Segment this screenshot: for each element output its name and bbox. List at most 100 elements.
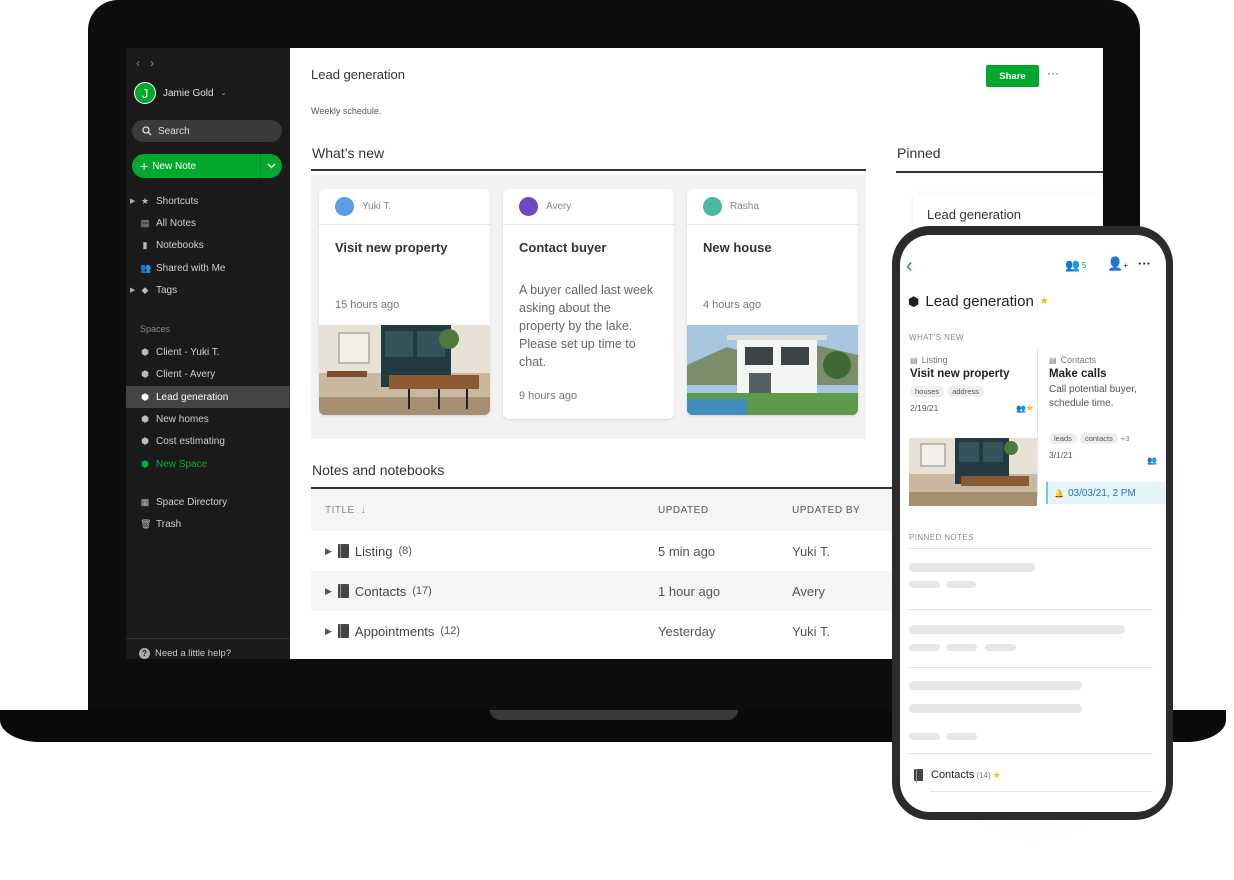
new-note-button[interactable]: + New Note [132, 154, 282, 178]
star-icon: ★ [1025, 403, 1034, 413]
note-card[interactable]: Avery Contact buyer A buyer called last … [503, 189, 674, 419]
loading-placeholder [909, 563, 1035, 572]
search-box[interactable] [132, 120, 282, 142]
chevron-down-icon: ⌄ [220, 90, 227, 97]
sidebar-item-all-notes[interactable]: ▤ All Notes [126, 212, 290, 234]
star-icon: ★ [992, 769, 1001, 780]
sidebar-space-client-avery[interactable]: ⬢ Client - Avery [126, 364, 290, 386]
laptop-notch [490, 710, 738, 720]
new-space-icon: ⬢ [141, 458, 149, 469]
spaces-heading: Spaces [140, 324, 171, 335]
expand-triangle-icon[interactable]: ▶ [325, 586, 332, 597]
sidebar-space-new-homes[interactable]: ⬢ New homes [126, 408, 290, 430]
author-name: Rasha [730, 201, 759, 212]
sidebar-item-label: Shortcuts [156, 195, 199, 207]
card-title: Visit new property [910, 368, 1010, 380]
expand-triangle-icon[interactable]: ▶ [130, 286, 135, 294]
star-icon[interactable]: ★ [1040, 296, 1049, 307]
divider [909, 667, 1153, 668]
sidebar-space-lead-generation[interactable]: ⬢ Lead generation [126, 386, 290, 409]
help-link[interactable]: ? Need a little help? [126, 638, 290, 659]
sidebar-new-space[interactable]: ⬢ New Space [126, 453, 290, 475]
tag-chip[interactable]: houses [910, 386, 945, 397]
card-body: A buyer called last week asking about th… [519, 283, 654, 369]
column-title-label: TITLE [325, 504, 355, 516]
expand-triangle-icon[interactable]: ▶ [325, 546, 332, 557]
divider [909, 609, 1153, 610]
loading-placeholder [909, 644, 940, 651]
phone-note-card[interactable]: ▤ Listing Visit new property houses addre… [908, 348, 1038, 506]
search-input[interactable] [158, 125, 258, 137]
sidebar-item-tags[interactable]: ▶ ◆ Tags [126, 279, 290, 301]
note-card[interactable]: Yuki T. Visit new property 15 hours ago [319, 189, 490, 415]
card-title: Contact buyer [519, 240, 607, 255]
sidebar-item-space-directory[interactable]: ▦ Space Directory [126, 491, 290, 513]
people-icon: 👥 [1015, 404, 1026, 413]
divider [896, 171, 1103, 173]
phone-note-card[interactable]: ▤ Contacts Make calls Call potential buye… [1047, 348, 1166, 498]
forward-arrow-icon[interactable]: › [150, 56, 164, 70]
cube-icon: ⬢ [908, 293, 920, 309]
phone-screen: ‹ 👥 5 👤+ ··· ⬢ Lead generation ★ WHAT’S … [900, 235, 1166, 812]
tag-icon: ◆ [141, 284, 149, 295]
space-description[interactable]: Weekly schedule. [311, 106, 381, 116]
sidebar-item-trash[interactable]: 🗑 Trash [126, 514, 290, 536]
note-card[interactable]: Rasha New house 4 hours ago [687, 189, 858, 415]
sidebar-item-shared[interactable]: 👥 Shared with Me [126, 257, 290, 279]
sidebar-item-label: Notebooks [156, 240, 204, 252]
search-icon [142, 126, 152, 136]
column-title[interactable]: TITLE ↓ [311, 505, 658, 516]
people-icon: 👥 [140, 262, 152, 273]
tag-chip[interactable]: contacts [1079, 433, 1118, 444]
cube-icon: ⬢ [141, 391, 149, 402]
avatar: J [134, 82, 156, 104]
more-tags-count[interactable]: +3 [1121, 434, 1130, 443]
card-title: Make calls [1049, 368, 1107, 380]
tag-chip[interactable]: leads [1049, 433, 1077, 444]
plus-icon: + [140, 158, 149, 174]
expand-triangle-icon[interactable]: ▶ [325, 626, 332, 637]
card-author: Yuki T. [319, 189, 490, 225]
back-arrow-icon[interactable]: ‹ [136, 56, 150, 70]
back-icon[interactable]: ‹ [906, 255, 913, 278]
table-row[interactable]: ▶ Appointments (12) Yesterday Yuki T. [311, 611, 911, 651]
table-row[interactable]: ▶ Listing (8) 5 min ago Yuki T. [311, 531, 911, 571]
new-note-label: New Note [152, 160, 197, 172]
author-name: Avery [546, 201, 572, 212]
author-avatar [335, 197, 354, 216]
note-icon: ▤ [1049, 355, 1057, 365]
card-status: 👥★ [1016, 403, 1034, 414]
row-updated: 1 hour ago [658, 583, 721, 599]
card-body: Call potential buyer, schedule time. [1049, 384, 1137, 409]
add-user-icon[interactable]: 👤+ [1107, 256, 1128, 272]
table-row[interactable]: ▶ Contacts (17) 1 hour ago Avery [311, 571, 911, 611]
trash-icon: 🗑 [140, 519, 152, 530]
notebook-icon [337, 584, 349, 598]
expand-triangle-icon[interactable]: ▶ [130, 197, 135, 205]
card-tags: houses address [910, 386, 1037, 397]
phone-notebook-row[interactable]: Contacts (14) ★ [914, 769, 1001, 783]
cube-icon: ⬢ [141, 414, 149, 425]
user-menu[interactable]: J Jamie Gold ⌄ [134, 82, 226, 104]
loading-placeholder [985, 644, 1016, 651]
house-image [687, 325, 858, 415]
people-icon: 👥 [1147, 456, 1157, 465]
help-label: Need a little help? [155, 648, 232, 659]
loading-placeholder [946, 581, 976, 588]
cube-icon: ⬢ [141, 347, 149, 358]
more-options-icon[interactable]: ··· [1047, 66, 1059, 80]
sidebar-space-cost-estimating[interactable]: ⬢ Cost estimating [126, 431, 290, 453]
reminder-badge[interactable]: 🔔 03/03/21, 2 PM [1046, 482, 1166, 504]
sidebar-item-shortcuts[interactable]: ▶ ★ Shortcuts [126, 190, 290, 212]
sidebar-item-notebooks[interactable]: ▮ Notebooks [126, 235, 290, 257]
new-note-dropdown[interactable] [260, 154, 282, 178]
shared-members-button[interactable]: 👥 5 [1065, 258, 1086, 272]
share-button[interactable]: Share [986, 65, 1039, 87]
tag-chip[interactable]: address [947, 386, 984, 397]
phone-title-text: Lead generation [925, 293, 1034, 310]
divider [909, 753, 1153, 754]
column-updated[interactable]: UPDATED [658, 505, 792, 516]
sidebar-space-client-yuki[interactable]: ⬢ Client - Yuki T. [126, 341, 290, 363]
notebook-icon [914, 769, 923, 783]
more-options-icon[interactable]: ··· [1138, 256, 1151, 271]
